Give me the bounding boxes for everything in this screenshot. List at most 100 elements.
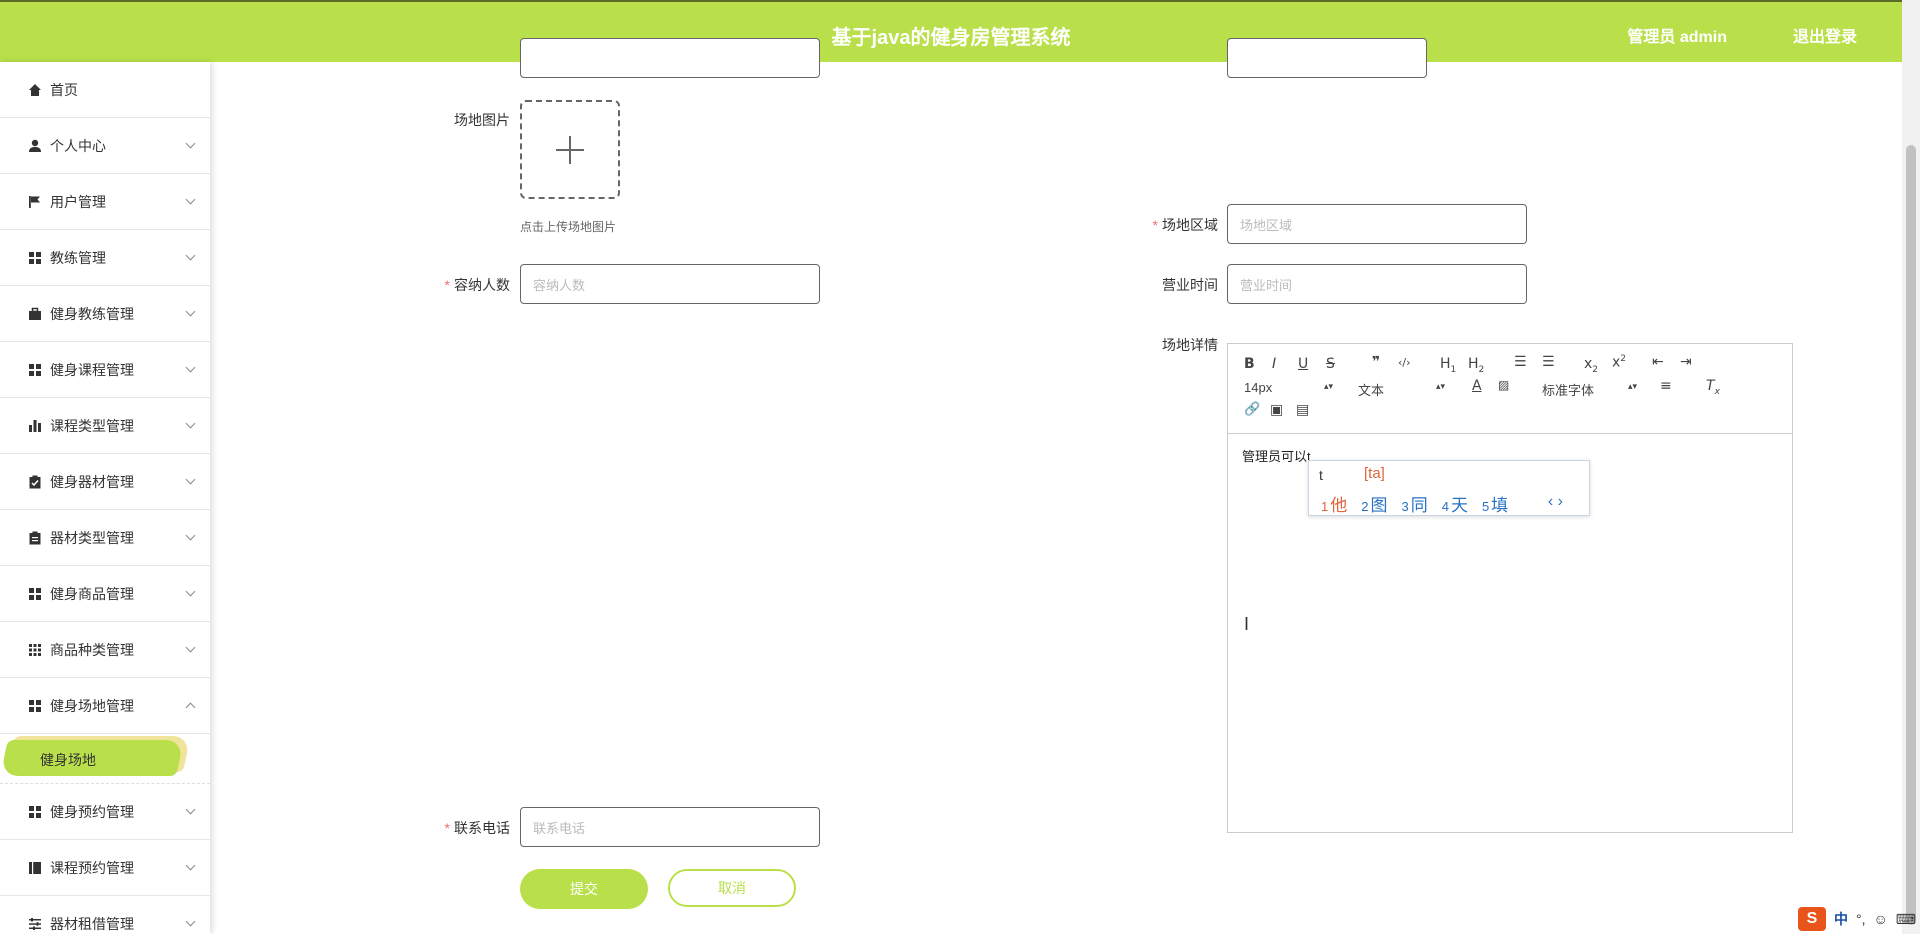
subscript-icon[interactable]: x2 (1584, 356, 1598, 375)
video-icon[interactable]: ▤ (1296, 402, 1309, 418)
logout-button[interactable]: 退出登录 (1793, 23, 1857, 47)
sidebar-item-fitness-coaches[interactable]: 健身教练管理 (0, 286, 210, 342)
chevron-down-icon (185, 530, 196, 541)
link-icon[interactable]: 🔗 (1244, 402, 1260, 417)
outdent-icon[interactable]: ⇤ (1652, 354, 1664, 370)
ime-lang[interactable]: 中 (1834, 909, 1848, 929)
top-bar: 基于java的健身房管理系统 管理员 admin 退出登录 (0, 0, 1902, 62)
sidebar-item-equipment-types[interactable]: 器材类型管理 (0, 510, 210, 566)
grid-icon (28, 587, 42, 601)
flag-icon (28, 195, 42, 209)
sidebar: 首页 个人中心 用户管理 教练管理 健身教练管理 健身课程管理 课程类型管理 健… (0, 62, 210, 934)
sidebar-item-label: 健身器材管理 (50, 473, 134, 490)
align-icon[interactable]: ≡ (1660, 378, 1672, 394)
chevron-down-icon (185, 418, 196, 429)
punctuation-icon[interactable]: °, (1856, 911, 1866, 927)
code-icon[interactable]: ‹/› (1398, 356, 1411, 369)
select-arrows-icon: ▴▾ (1324, 381, 1334, 391)
sidebar-subitem-venue[interactable]: 健身场地 (0, 734, 210, 784)
rich-text-editor[interactable]: B I U S ❞ ‹/› H1 H2 ☰ ☰ x2 x2 ⇤ ⇥ 14px ▴… (1227, 343, 1793, 833)
ime-next-page-icon[interactable]: ‹ › (1548, 493, 1563, 511)
ime-candidate[interactable]: 5填 (1482, 491, 1508, 516)
italic-icon[interactable]: I (1272, 356, 1276, 372)
scrollbar-thumb[interactable] (1906, 145, 1916, 925)
ordered-list-icon[interactable]: ☰ (1514, 354, 1527, 370)
sidebar-item-label: 商品种类管理 (50, 641, 134, 658)
phone-input[interactable]: 联系电话 (520, 807, 820, 847)
sidebar-item-equipment-rental[interactable]: 器材租借管理 (0, 896, 210, 934)
ime-candidates: 1他 2图 3同 4天 5填 (1321, 491, 1508, 516)
text-cursor-icon: I (1244, 614, 1250, 634)
hours-label: 营业时间 (1162, 277, 1218, 293)
capacity-input[interactable]: 容纳人数 (520, 264, 820, 304)
image-uploader[interactable] (520, 100, 620, 199)
ime-pinyin: [ta] (1364, 465, 1385, 482)
sliders-icon (28, 917, 42, 931)
quote-icon[interactable]: ❞ (1372, 354, 1380, 370)
ime-typed: t (1319, 467, 1323, 483)
sidebar-item-product-categories[interactable]: 商品种类管理 (0, 622, 210, 678)
sidebar-item-equipment[interactable]: 健身器材管理 (0, 454, 210, 510)
bold-icon[interactable]: B (1244, 356, 1255, 372)
sidebar-item-users[interactable]: 用户管理 (0, 174, 210, 230)
image-icon[interactable]: ▣ (1270, 402, 1283, 418)
sidebar-item-label: 个人中心 (50, 137, 106, 154)
venue-name-input-partial[interactable] (520, 38, 820, 78)
chevron-down-icon (185, 362, 196, 373)
venue-type-input-partial[interactable] (1227, 38, 1427, 78)
sidebar-item-label: 器材类型管理 (50, 529, 134, 546)
clear-format-icon[interactable]: Tx (1706, 378, 1720, 397)
emoji-icon[interactable]: ☺ (1873, 911, 1887, 927)
sidebar-item-home[interactable]: 首页 (0, 62, 210, 118)
required-mark: * (444, 277, 450, 293)
font-color-icon[interactable]: A (1472, 378, 1482, 394)
keyboard-icon[interactable]: ⌨ (1896, 911, 1916, 928)
required-mark: * (1152, 217, 1158, 233)
h2-icon[interactable]: H2 (1468, 356, 1484, 375)
bar-chart-icon (28, 419, 42, 433)
strike-icon[interactable]: S (1326, 356, 1335, 372)
ime-candidate[interactable]: 1他 (1321, 491, 1347, 516)
font-family-select[interactable]: 标准字体 ▴▾ (1542, 380, 1638, 399)
editor-toolbar: B I U S ❞ ‹/› H1 H2 ☰ ☰ x2 x2 ⇤ ⇥ 14px ▴… (1228, 344, 1792, 434)
grid-icon (28, 251, 42, 265)
chevron-down-icon (185, 474, 196, 485)
app-title: 基于java的健身房管理系统 (831, 27, 1071, 49)
sogou-logo-icon[interactable]: S (1797, 907, 1826, 931)
sidebar-item-label: 健身商品管理 (50, 585, 134, 602)
hours-input[interactable]: 营业时间 (1227, 264, 1527, 304)
editor-content[interactable]: 管理员可以t (1242, 446, 1311, 465)
clipboard-check-icon (28, 475, 42, 489)
superscript-icon[interactable]: x2 (1612, 354, 1626, 371)
area-input[interactable]: 场地区域 (1227, 204, 1527, 244)
block-type-select[interactable]: 文本 ▴▾ (1358, 380, 1448, 399)
sidebar-item-course-types[interactable]: 课程类型管理 (0, 398, 210, 454)
sidebar-item-coaches[interactable]: 教练管理 (0, 230, 210, 286)
sidebar-item-courses[interactable]: 健身课程管理 (0, 342, 210, 398)
cancel-button[interactable]: 取消 (668, 869, 796, 907)
chevron-down-icon (185, 804, 196, 815)
bullet-list-icon[interactable]: ☰ (1542, 354, 1555, 370)
h1-icon[interactable]: H1 (1440, 356, 1456, 375)
sidebar-item-course-reservations[interactable]: 课程预约管理 (0, 840, 210, 896)
grid-icon (28, 805, 42, 819)
submit-button[interactable]: 提交 (520, 869, 648, 909)
sidebar-item-reservations[interactable]: 健身预约管理 (0, 784, 210, 840)
underline-icon[interactable]: U (1298, 356, 1308, 372)
sidebar-item-profile[interactable]: 个人中心 (0, 118, 210, 174)
sidebar-item-products[interactable]: 健身商品管理 (0, 566, 210, 622)
sidebar-item-label: 教练管理 (50, 249, 106, 266)
font-size-select[interactable]: 14px ▴▾ (1244, 380, 1334, 395)
chevron-down-icon (185, 860, 196, 871)
background-color-icon[interactable]: ▨ (1498, 378, 1509, 392)
image-label: 场地图片 (454, 112, 510, 128)
sidebar-item-venues[interactable]: 健身场地管理 (0, 678, 210, 734)
ime-candidate[interactable]: 2图 (1361, 491, 1387, 516)
ime-tray: S 中 °, ☺ ⌨ (1794, 904, 1920, 934)
ime-candidate[interactable]: 3同 (1401, 491, 1427, 516)
page-scrollbar[interactable] (1902, 0, 1920, 934)
chevron-down-icon (185, 306, 196, 317)
indent-icon[interactable]: ⇥ (1680, 354, 1692, 370)
sidebar-item-label: 器材租借管理 (50, 915, 134, 932)
ime-candidate[interactable]: 4天 (1442, 491, 1468, 516)
